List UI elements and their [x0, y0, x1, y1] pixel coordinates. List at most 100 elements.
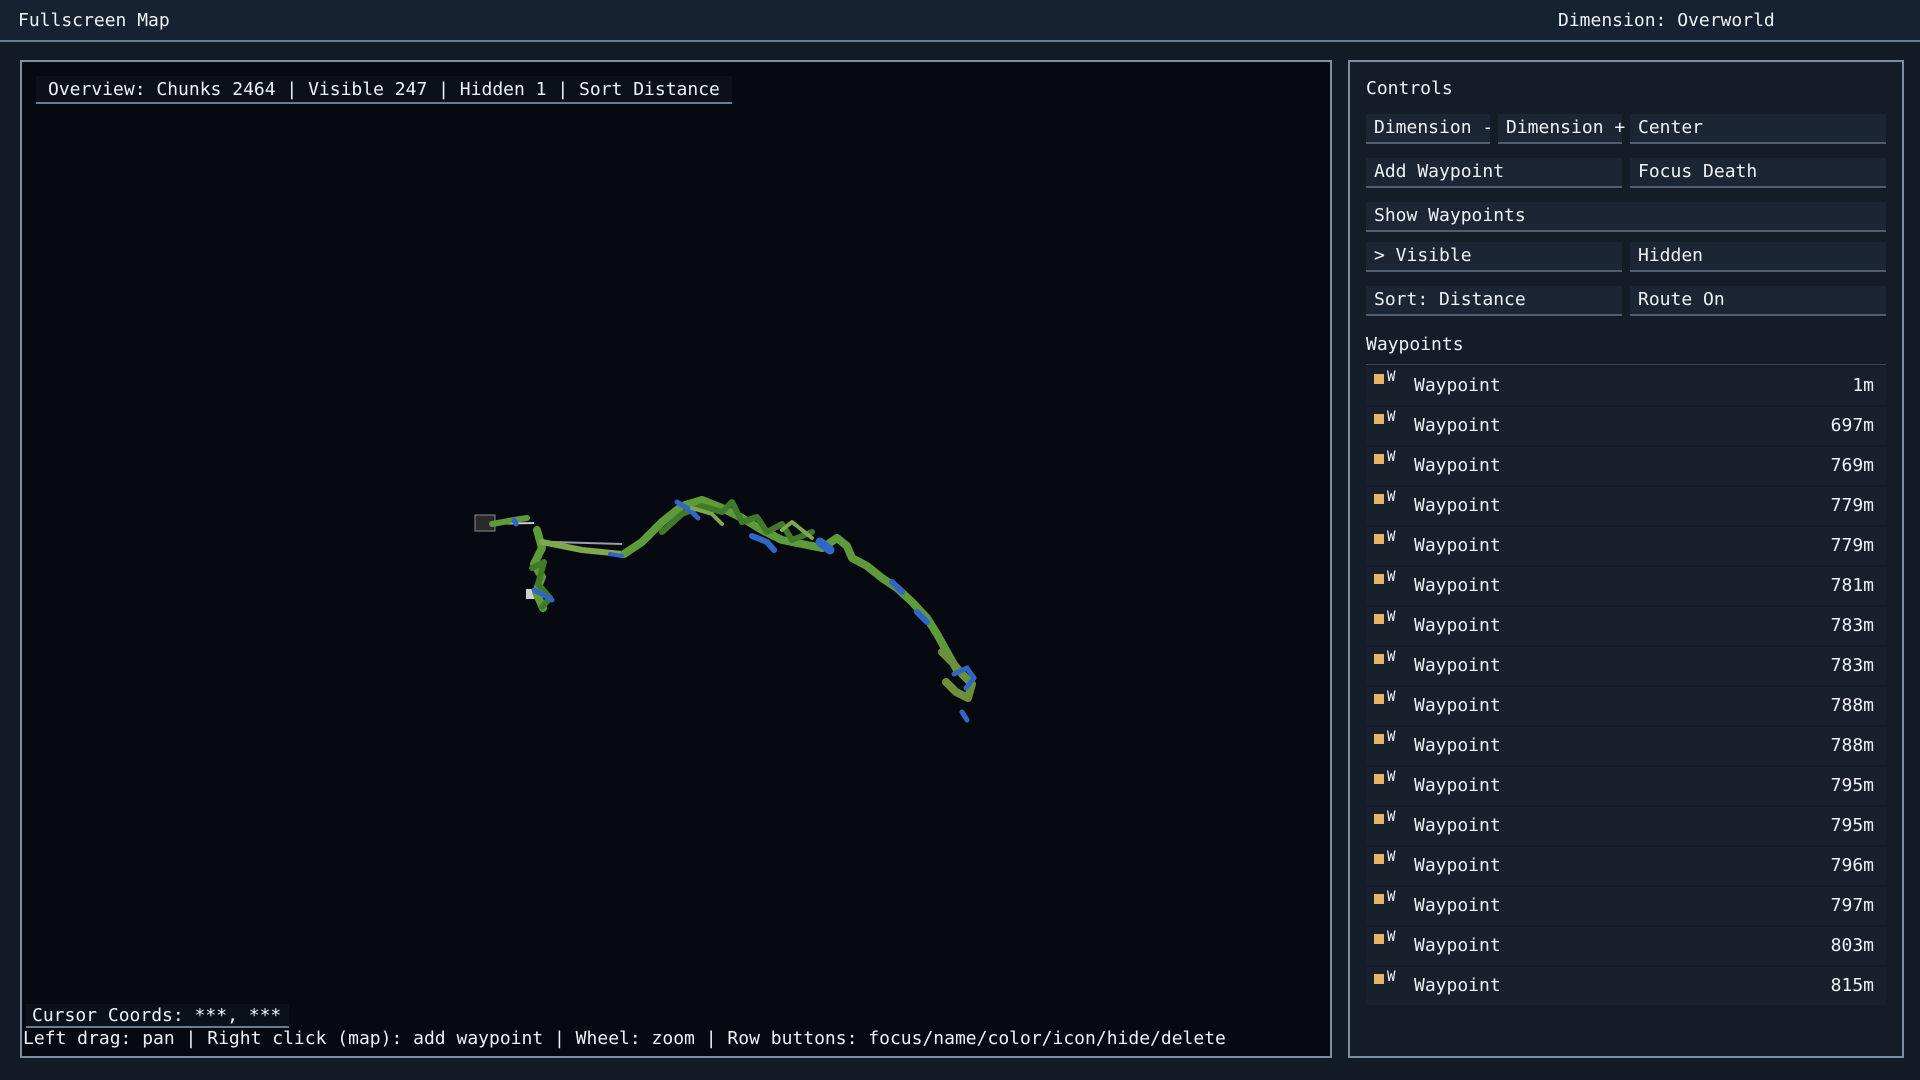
- waypoint-name: Waypoint: [1414, 695, 1501, 716]
- waypoint-name: Waypoint: [1414, 375, 1501, 396]
- waypoint-name: Waypoint: [1414, 975, 1501, 996]
- waypoint-distance: 697m: [1830, 415, 1874, 436]
- waypoint-icon: W: [1387, 529, 1396, 545]
- waypoint-color-swatch: [1374, 974, 1384, 984]
- waypoint-list: W Waypoint 1m W Waypoint 697m W Waypoint 769m W Wa…: [1366, 364, 1886, 1005]
- waypoint-color-swatch: [1374, 894, 1384, 904]
- waypoint-name: Waypoint: [1414, 615, 1501, 636]
- waypoint-icon: W: [1387, 689, 1396, 705]
- waypoint-row[interactable]: W Waypoint 783m: [1366, 647, 1886, 685]
- waypoint-color-swatch: [1374, 614, 1384, 624]
- waypoints-label: Waypoints: [1366, 334, 1464, 355]
- waypoint-distance: 779m: [1830, 535, 1874, 556]
- waypoint-distance: 795m: [1830, 815, 1874, 836]
- waypoint-distance: 1m: [1852, 375, 1874, 396]
- waypoint-distance: 815m: [1830, 975, 1874, 996]
- focus-death-button[interactable]: Focus Death: [1630, 158, 1886, 188]
- waypoint-color-swatch: [1374, 574, 1384, 584]
- waypoint-row[interactable]: W Waypoint 783m: [1366, 607, 1886, 645]
- waypoint-icon: W: [1387, 369, 1396, 385]
- waypoint-name: Waypoint: [1414, 735, 1501, 756]
- filter-visible-button[interactable]: > Visible: [1366, 242, 1622, 272]
- waypoint-distance: 788m: [1830, 735, 1874, 756]
- waypoint-distance: 781m: [1830, 575, 1874, 596]
- waypoint-name: Waypoint: [1414, 775, 1501, 796]
- waypoint-color-swatch: [1374, 854, 1384, 864]
- waypoint-color-swatch: [1374, 454, 1384, 464]
- waypoint-row[interactable]: W Waypoint 788m: [1366, 687, 1886, 725]
- waypoint-distance: 783m: [1830, 615, 1874, 636]
- waypoint-row[interactable]: W Waypoint 779m: [1366, 527, 1886, 565]
- waypoint-name: Waypoint: [1414, 895, 1501, 916]
- top-bar: Fullscreen Map Dimension: Overworld: [0, 0, 1920, 42]
- waypoint-color-swatch: [1374, 814, 1384, 824]
- waypoint-row[interactable]: W Waypoint 803m: [1366, 927, 1886, 965]
- controls-label: Controls: [1366, 78, 1453, 99]
- show-waypoints-button[interactable]: Show Waypoints: [1366, 202, 1886, 232]
- waypoint-name: Waypoint: [1414, 455, 1501, 476]
- waypoint-color-swatch: [1374, 774, 1384, 784]
- waypoint-name: Waypoint: [1414, 935, 1501, 956]
- waypoint-icon: W: [1387, 609, 1396, 625]
- waypoint-icon: W: [1387, 489, 1396, 505]
- waypoint-icon: W: [1387, 449, 1396, 465]
- waypoint-distance: 769m: [1830, 455, 1874, 476]
- waypoint-name: Waypoint: [1414, 535, 1501, 556]
- waypoint-icon: W: [1387, 929, 1396, 945]
- waypoint-distance: 795m: [1830, 775, 1874, 796]
- window-title: Fullscreen Map: [18, 10, 170, 31]
- waypoint-distance: 797m: [1830, 895, 1874, 916]
- route-toggle-button[interactable]: Route On: [1630, 286, 1886, 316]
- waypoint-row[interactable]: W Waypoint 796m: [1366, 847, 1886, 885]
- explored-map[interactable]: [22, 62, 1330, 1056]
- waypoint-color-swatch: [1374, 494, 1384, 504]
- map-overview-status: Overview: Chunks 2464 | Visible 247 | Hi…: [36, 76, 732, 104]
- waypoint-row[interactable]: W Waypoint 815m: [1366, 967, 1886, 1005]
- waypoint-row[interactable]: W Waypoint 788m: [1366, 727, 1886, 765]
- cursor-coords: Cursor Coords: ***, ***: [26, 1004, 290, 1028]
- waypoint-row[interactable]: W Waypoint 697m: [1366, 407, 1886, 445]
- waypoint-icon: W: [1387, 649, 1396, 665]
- sort-button[interactable]: Sort: Distance: [1366, 286, 1622, 316]
- waypoint-name: Waypoint: [1414, 495, 1501, 516]
- waypoint-icon: W: [1387, 849, 1396, 865]
- center-button[interactable]: Center: [1630, 114, 1886, 144]
- waypoint-name: Waypoint: [1414, 815, 1501, 836]
- waypoint-color-swatch: [1374, 374, 1384, 384]
- waypoint-row[interactable]: W Waypoint 795m: [1366, 767, 1886, 805]
- waypoint-color-swatch: [1374, 414, 1384, 424]
- dimension-indicator: Dimension: Overworld: [1558, 10, 1775, 31]
- waypoint-icon: W: [1387, 729, 1396, 745]
- waypoint-distance: 796m: [1830, 855, 1874, 876]
- terrain-trail: [489, 496, 977, 723]
- waypoint-distance: 788m: [1830, 695, 1874, 716]
- filter-hidden-button[interactable]: Hidden: [1630, 242, 1886, 272]
- waypoint-distance: 783m: [1830, 655, 1874, 676]
- waypoint-distance: 803m: [1830, 935, 1874, 956]
- waypoint-icon: W: [1387, 569, 1396, 585]
- waypoint-name: Waypoint: [1414, 575, 1501, 596]
- waypoint-row[interactable]: W Waypoint 797m: [1366, 887, 1886, 925]
- waypoint-color-swatch: [1374, 734, 1384, 744]
- waypoint-name: Waypoint: [1414, 415, 1501, 436]
- waypoint-row[interactable]: W Waypoint 795m: [1366, 807, 1886, 845]
- add-waypoint-button[interactable]: Add Waypoint: [1366, 158, 1622, 188]
- waypoint-icon: W: [1387, 769, 1396, 785]
- waypoint-distance: 779m: [1830, 495, 1874, 516]
- dimension-minus-button[interactable]: Dimension -: [1366, 114, 1493, 144]
- waypoint-color-swatch: [1374, 694, 1384, 704]
- dimension-plus-button[interactable]: Dimension +: [1498, 114, 1625, 144]
- waypoint-color-swatch: [1374, 934, 1384, 944]
- waypoint-row[interactable]: W Waypoint 781m: [1366, 567, 1886, 605]
- waypoint-icon: W: [1387, 409, 1396, 425]
- map-viewport[interactable]: Overview: Chunks 2464 | Visible 247 | Hi…: [20, 60, 1332, 1058]
- waypoint-name: Waypoint: [1414, 655, 1501, 676]
- waypoint-row[interactable]: W Waypoint 779m: [1366, 487, 1886, 525]
- waypoint-color-swatch: [1374, 534, 1384, 544]
- waypoint-row[interactable]: W Waypoint 1m: [1366, 367, 1886, 405]
- waypoint-color-swatch: [1374, 654, 1384, 664]
- controls-panel: Controls Dimension - Dimension + Center …: [1348, 60, 1904, 1058]
- waypoint-row[interactable]: W Waypoint 769m: [1366, 447, 1886, 485]
- waypoint-icon: W: [1387, 969, 1396, 985]
- waypoint-icon: W: [1387, 889, 1396, 905]
